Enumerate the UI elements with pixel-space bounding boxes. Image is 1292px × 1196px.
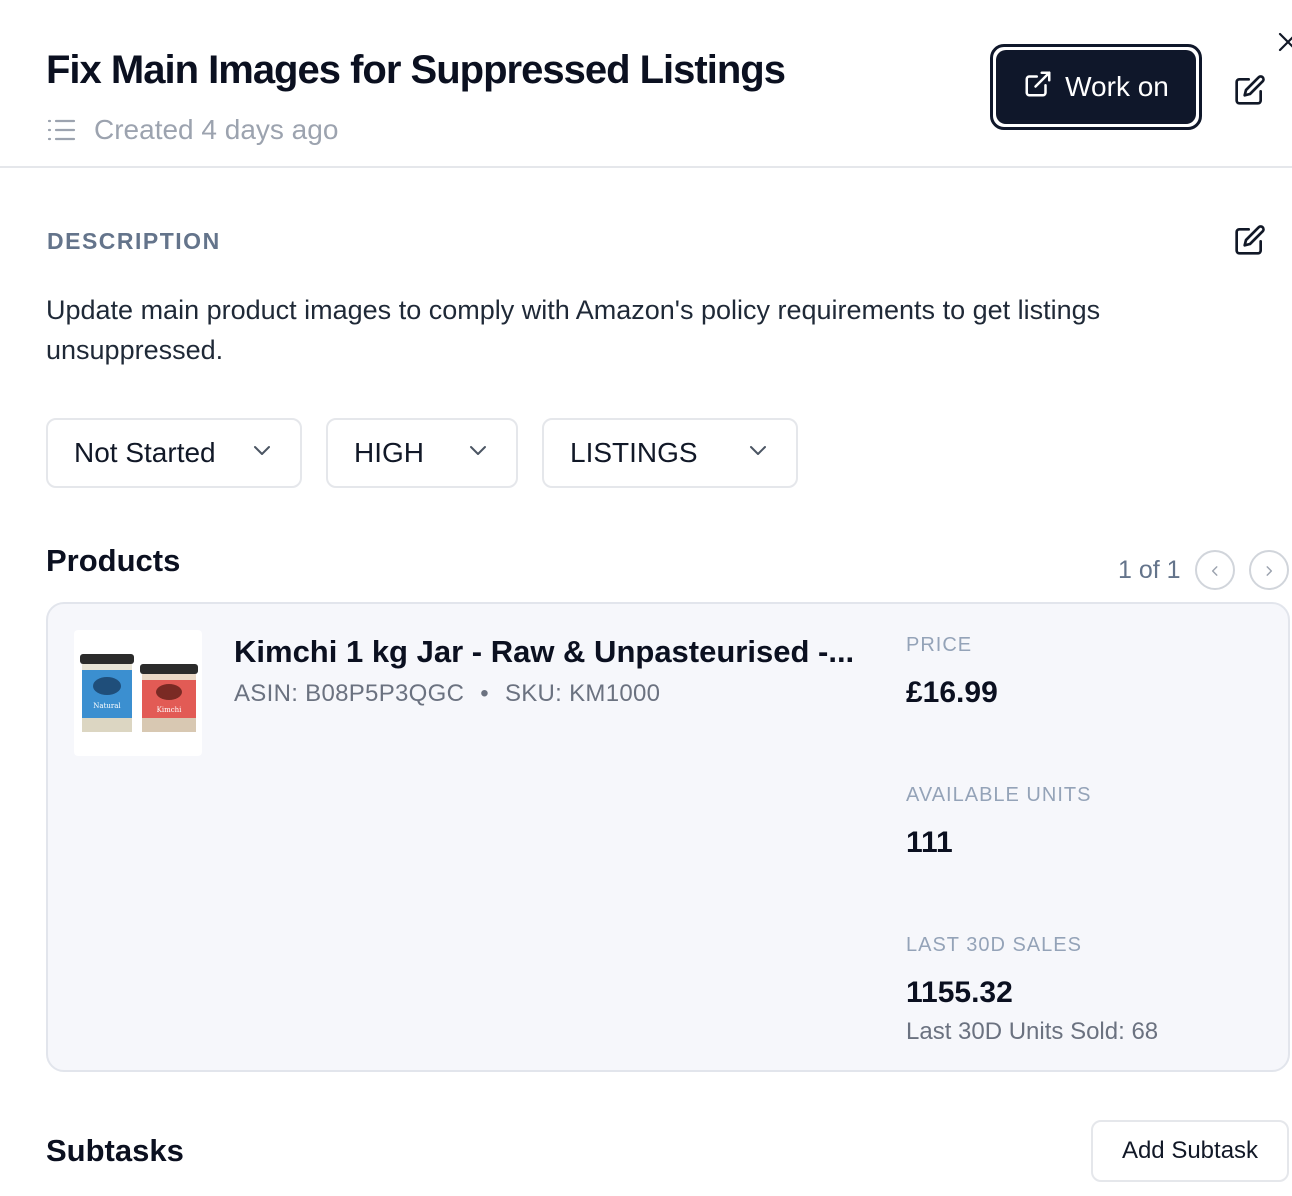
- task-meta: Created 4 days ago: [46, 114, 338, 146]
- units-sold-note: Last 30D Units Sold: 68: [906, 1018, 1159, 1045]
- jar-label-left: Natural: [93, 702, 121, 710]
- prev-page-button[interactable]: [1194, 550, 1235, 590]
- task-title: Fix Main Images for Suppressed Listings: [46, 48, 786, 92]
- chevron-left-icon: [1208, 556, 1222, 585]
- next-page-button[interactable]: [1248, 550, 1289, 590]
- price-label: PRICE: [906, 634, 973, 656]
- pagination-text: 1 of 1: [1118, 555, 1181, 584]
- work-on-label: Work on: [1065, 71, 1169, 102]
- task-detail-panel: Fix Main Images for Suppressed Listings …: [0, 0, 1292, 1196]
- available-units-value: 111: [906, 826, 953, 859]
- chevron-down-icon: [746, 437, 770, 469]
- priority-select[interactable]: HIGH: [326, 418, 518, 488]
- task-header: Fix Main Images for Suppressed Listings …: [0, 0, 1292, 168]
- work-on-button-inner: Work on: [996, 50, 1196, 124]
- status-select[interactable]: Not Started: [46, 418, 302, 488]
- list-icon: [46, 117, 76, 143]
- product-sku: SKU: KM1000: [504, 680, 661, 707]
- edit-icon: [1234, 224, 1266, 261]
- jar-label-right: Kimchi: [157, 706, 183, 714]
- available-units-label: AVAILABLE UNITS: [906, 784, 1092, 806]
- priority-value: HIGH: [354, 437, 424, 468]
- close-button[interactable]: [1274, 30, 1292, 56]
- external-link-icon: [1023, 69, 1053, 106]
- identifier-separator: •: [480, 680, 489, 707]
- add-subtask-button[interactable]: Add Subtask: [1091, 1120, 1289, 1182]
- edit-icon: [1234, 74, 1266, 111]
- product-asin: ASIN: B08P5P3QGC: [234, 680, 465, 707]
- products-heading: Products: [46, 543, 181, 578]
- products-pagination: 1 of 1: [1118, 550, 1289, 590]
- category-value: LISTINGS: [570, 437, 698, 468]
- product-image: Natural Kimchi: [74, 630, 202, 756]
- product-identifiers: ASIN: B08P5P3QGC • SKU: KM1000: [234, 680, 660, 708]
- close-icon: [1274, 32, 1292, 56]
- edit-description-button[interactable]: [1230, 222, 1270, 262]
- chevron-down-icon: [466, 437, 490, 469]
- sales-value: 1155.32: [906, 976, 1013, 1009]
- edit-title-button[interactable]: [1230, 72, 1270, 112]
- description-text: Update main product images to comply wit…: [46, 295, 1101, 365]
- description-label: DESCRIPTION: [47, 228, 221, 254]
- chevron-down-icon: [250, 437, 274, 469]
- product-title[interactable]: Kimchi 1 kg Jar - Raw & Unpasteurised -.…: [234, 634, 854, 670]
- product-card[interactable]: Natural Kimchi Kimchi 1 kg Jar - Raw & U…: [46, 602, 1290, 1072]
- category-select[interactable]: LISTINGS: [542, 418, 798, 488]
- chevron-right-icon: [1262, 556, 1276, 585]
- subtasks-heading: Subtasks: [46, 1133, 184, 1168]
- created-date: Created 4 days ago: [94, 114, 339, 145]
- price-value: £16.99: [906, 676, 998, 709]
- work-on-button[interactable]: Work on: [990, 44, 1202, 130]
- status-value: Not Started: [74, 437, 216, 468]
- sales-label: LAST 30D SALES: [906, 934, 1082, 956]
